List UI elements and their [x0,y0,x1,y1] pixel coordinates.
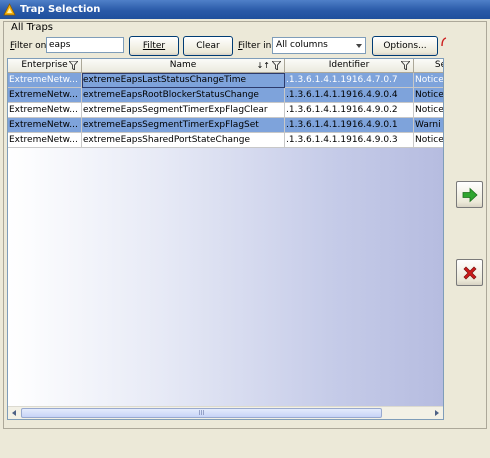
green-arrow-right-icon [462,187,478,203]
cell-enterprise: ExtremeNetw... [8,118,82,133]
table-header: Enterprise Name ↓↑ Identifier Se [8,59,443,73]
title-bar: Trap Selection [0,0,490,19]
scroll-thumb[interactable]: III [21,408,382,418]
filter-in-select[interactable]: All columns [272,37,366,54]
cell-severity: Notice [414,73,443,88]
cell-enterprise: ExtremeNetw... [8,73,82,88]
traps-table[interactable]: Enterprise Name ↓↑ Identifier Se Extreme… [7,58,444,420]
scroll-left-icon[interactable] [12,410,16,416]
required-marker-icon [441,37,447,47]
cell-enterprise: ExtremeNetw... [8,103,82,118]
cell-name: extremeEapsRootBlockerStatusChange [82,88,285,103]
filter-button[interactable]: Filter [129,36,179,56]
group-label: All Traps [10,22,55,33]
column-header-enterprise[interactable]: Enterprise [8,59,82,73]
filter-input[interactable] [46,37,124,53]
add-trap-button[interactable] [456,181,483,208]
cell-name: extremeEapsSharedPortStateChange [82,133,285,148]
column-header-identifier[interactable]: Identifier [285,59,414,73]
focus-indicator [82,73,285,88]
cell-severity: Notice [414,103,443,118]
table-row[interactable]: ExtremeNetw... extremeEapsSegmentTimerEx… [8,103,443,118]
cell-severity: Notice [414,133,443,148]
cell-enterprise: ExtremeNetw... [8,133,82,148]
chevron-down-icon [356,44,362,48]
cell-identifier: .1.3.6.1.4.1.1916.4.9.0.4 [285,88,414,103]
column-header-name[interactable]: Name ↓↑ [82,59,285,73]
app-logo-icon [3,3,16,16]
column-header-severity[interactable]: Se [414,59,443,73]
red-x-icon [463,266,477,280]
horizontal-scrollbar[interactable]: III [8,406,443,419]
funnel-icon[interactable] [69,61,78,70]
filter-in-value: All columns [276,40,328,50]
cell-severity: Notice [414,88,443,103]
clear-button[interactable]: Clear [183,36,233,56]
filter-in-label: Filter in: [238,41,275,51]
table-row[interactable]: ExtremeNetw... extremeEapsSharedPortStat… [8,133,443,148]
remove-trap-button[interactable] [456,259,483,286]
funnel-icon[interactable] [401,61,410,70]
options-button[interactable]: Options... [372,36,438,56]
cell-name: extremeEapsSegmentTimerExpFlagSet [82,118,285,133]
table-row[interactable]: ExtremeNetw... extremeEapsSegmentTimerEx… [8,118,443,133]
window-title: Trap Selection [20,4,101,15]
cell-name: extremeEapsSegmentTimerExpFlagClear [82,103,285,118]
cell-enterprise: ExtremeNetw... [8,88,82,103]
sort-ascending-icon[interactable]: ↓↑ [257,60,270,71]
cell-identifier: .1.3.6.1.4.1.1916.4.9.0.1 [285,118,414,133]
cell-identifier: .1.3.6.1.4.1.1916.4.7.0.7 [285,73,414,88]
scroll-right-icon[interactable] [435,410,439,416]
filter-on-label: Filter on: [10,41,50,51]
table-row[interactable]: ExtremeNetw... extremeEapsRootBlockerSta… [8,88,443,103]
table-row[interactable]: ExtremeNetw... extremeEapsLastStatusChan… [8,73,443,88]
funnel-icon[interactable] [272,61,281,70]
cell-identifier: .1.3.6.1.4.1.1916.4.9.0.3 [285,133,414,148]
cell-identifier: .1.3.6.1.4.1.1916.4.9.0.2 [285,103,414,118]
cell-severity: Warni [414,118,443,133]
